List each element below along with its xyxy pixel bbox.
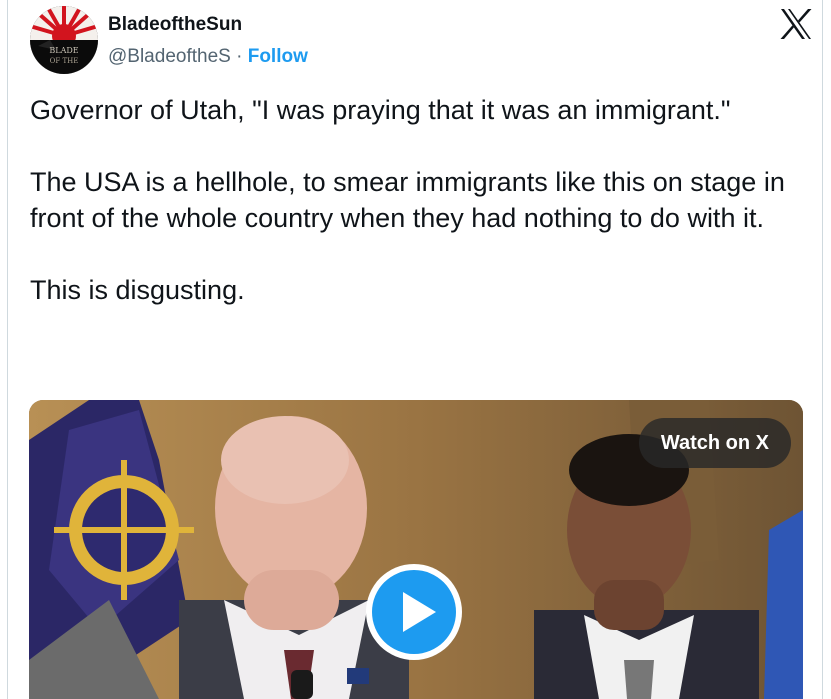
- video-player[interactable]: Watch on X: [29, 400, 803, 699]
- handle-row: @BladeoftheS · Follow: [108, 46, 308, 68]
- follow-button[interactable]: Follow: [248, 46, 308, 67]
- play-icon[interactable]: [364, 562, 464, 662]
- post-paragraph-2: The USA is a hellhole, to smear immigran…: [30, 167, 785, 233]
- avatar-text-line1: BLADE: [49, 46, 78, 55]
- watch-on-x-button[interactable]: Watch on X: [638, 418, 791, 468]
- avatar-image: BLADE OF THE: [30, 6, 98, 74]
- separator-dot: ·: [236, 46, 243, 67]
- post-header: BLADE OF THE BladeoftheSun @BladeoftheS …: [30, 6, 812, 76]
- author-name[interactable]: BladeoftheSun: [108, 14, 242, 36]
- avatar-text-line2: OF THE: [50, 57, 79, 65]
- post-paragraph-1: Governor of Utah, "I was praying that it…: [30, 95, 731, 125]
- post-text: Governor of Utah, "I was praying that it…: [30, 92, 810, 344]
- embedded-post-card: BLADE OF THE BladeoftheSun @BladeoftheS …: [7, 0, 823, 699]
- x-logo-icon[interactable]: [778, 6, 814, 42]
- avatar[interactable]: BLADE OF THE: [30, 6, 98, 74]
- author-handle[interactable]: @BladeoftheS: [108, 46, 231, 67]
- post-paragraph-3: This is disgusting.: [30, 275, 245, 305]
